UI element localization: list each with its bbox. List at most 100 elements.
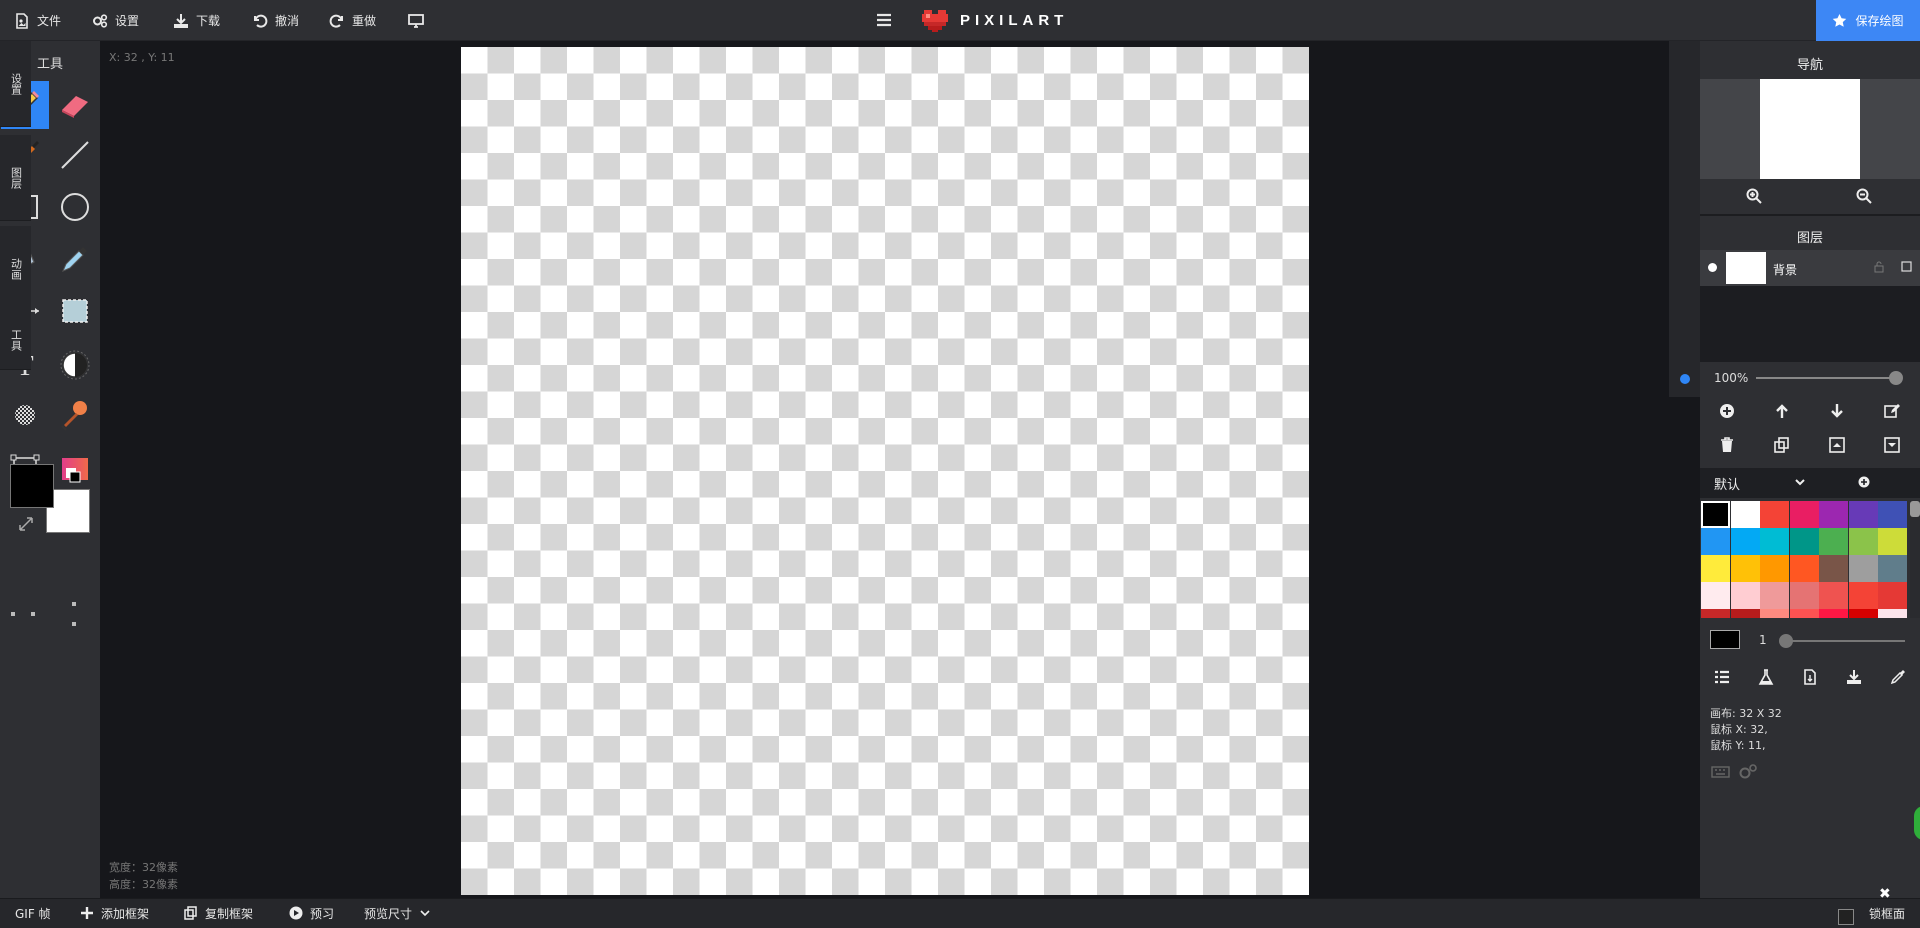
palette-color-swatch[interactable] [1760, 582, 1789, 609]
palette-color-swatch[interactable] [1849, 555, 1878, 582]
palette-color-swatch[interactable] [1731, 501, 1760, 528]
move-layer-down-icon[interactable] [1829, 403, 1845, 419]
add-layer-icon[interactable] [1719, 403, 1735, 419]
duplicate-layer-icon[interactable] [1774, 437, 1790, 453]
palette-color-swatch[interactable] [1790, 501, 1819, 528]
palette-color-swatch[interactable] [1849, 582, 1878, 609]
zoom-out-icon[interactable] [1856, 188, 1872, 204]
palette-color-swatch[interactable] [1849, 501, 1878, 528]
navigation-preview[interactable] [1760, 79, 1860, 179]
add-palette-icon[interactable] [1858, 476, 1870, 488]
layer-select-checkbox-icon[interactable] [1901, 261, 1912, 272]
palette-color-swatch[interactable] [1701, 609, 1730, 618]
tab-settings[interactable]: 设置 [0, 41, 31, 127]
palette-color-swatch[interactable] [1701, 555, 1730, 582]
delete-layer-icon[interactable] [1719, 437, 1735, 453]
list-icon[interactable] [1714, 669, 1730, 685]
palette-color-swatch[interactable] [1790, 555, 1819, 582]
tab-tools[interactable]: 工具 [0, 310, 31, 370]
copy-frame-button[interactable]: 复制框架 [184, 898, 253, 928]
palette-color-swatch[interactable] [1731, 582, 1760, 609]
hamburger-menu-icon[interactable] [876, 12, 892, 28]
palette-color-swatch[interactable] [1701, 528, 1730, 555]
select-tool[interactable] [51, 287, 99, 335]
reset-colors-icon[interactable] [18, 516, 34, 532]
tools-resize-dots-icon[interactable] [72, 602, 78, 630]
brush-size-slider-track[interactable] [1783, 640, 1905, 642]
preview-button[interactable]: 预习 [289, 898, 334, 928]
file-import-icon[interactable] [1802, 669, 1818, 685]
keyboard-icon[interactable] [1711, 765, 1730, 779]
palette-color-swatch[interactable] [1878, 501, 1907, 528]
palette-name[interactable]: 默认 [1714, 474, 1740, 493]
pattern-tool[interactable] [1, 391, 49, 439]
edit-layer-icon[interactable] [1884, 403, 1900, 419]
brush-size-slider-knob[interactable] [1779, 634, 1793, 648]
add-frame-button[interactable]: 添加框架 [80, 898, 149, 928]
tab-animation[interactable]: 动画 [0, 226, 31, 312]
layer-visibility-icon[interactable] [1708, 263, 1717, 272]
palette-color-swatch[interactable] [1819, 528, 1848, 555]
palette-color-swatch[interactable] [1760, 555, 1789, 582]
palette-color-swatch[interactable] [1878, 609, 1907, 618]
palette-color-swatch[interactable] [1790, 528, 1819, 555]
chat-widget-button[interactable] [1914, 806, 1920, 840]
zoom-in-icon[interactable] [1746, 188, 1762, 204]
palette-color-swatch[interactable] [1819, 555, 1848, 582]
brush-color-swatch[interactable] [1710, 630, 1740, 649]
eraser-tool[interactable] [51, 81, 99, 129]
primary-color-swatch[interactable] [10, 464, 54, 508]
gif-frames-toggle[interactable]: GIF 帧 [15, 898, 51, 928]
palette-color-swatch[interactable] [1760, 501, 1789, 528]
palette-color-swatch[interactable] [1849, 609, 1878, 618]
lock-frames-label-wrap[interactable]: 锁框面 [1869, 898, 1905, 928]
opacity-slider-knob[interactable] [1889, 371, 1903, 385]
swap-colors-icon[interactable] [65, 467, 81, 483]
save-drawing-button[interactable]: 保存绘图 [1816, 0, 1920, 41]
layer-lock-icon[interactable] [1874, 261, 1886, 273]
tools-more-dots-icon[interactable] [11, 610, 41, 618]
palette-color-swatch[interactable] [1878, 528, 1907, 555]
stamp-tool[interactable] [51, 391, 99, 439]
pixilart-logo[interactable]: PIXILART [922, 6, 1068, 34]
eyedropper-icon[interactable] [1890, 669, 1906, 685]
move-layer-up-icon[interactable] [1774, 403, 1790, 419]
palette-color-swatch[interactable] [1878, 582, 1907, 609]
download-menu[interactable]: 下载 [173, 0, 220, 41]
palette-color-swatch[interactable] [1790, 582, 1819, 609]
chevron-down-icon[interactable] [1794, 476, 1806, 488]
palette-color-swatch[interactable] [1731, 528, 1760, 555]
palette-color-swatch[interactable] [1731, 609, 1760, 618]
drawing-canvas[interactable] [461, 47, 1309, 895]
palette-color-swatch[interactable] [1790, 609, 1819, 618]
undo-button[interactable]: 撤消 [252, 0, 299, 41]
merge-layer-down-icon[interactable] [1884, 437, 1900, 453]
merge-layer-up-icon[interactable] [1829, 437, 1845, 453]
settings-menu[interactable]: 设置 [92, 0, 139, 41]
palette-color-swatch[interactable] [1819, 609, 1848, 618]
palette-color-swatch[interactable] [1760, 528, 1789, 555]
eyedropper-tool[interactable] [51, 235, 99, 283]
flask-icon[interactable] [1758, 669, 1774, 685]
palette-color-swatch[interactable] [1878, 555, 1907, 582]
palette-color-swatch[interactable] [1849, 528, 1878, 555]
lock-frames-checkbox[interactable] [1838, 909, 1854, 925]
tab-layers[interactable]: 图层 [0, 135, 31, 221]
preview-size-dropdown[interactable]: 预览尺寸 [364, 898, 430, 928]
palette-scrollbar[interactable] [1910, 500, 1920, 618]
palette-color-swatch[interactable] [1701, 582, 1730, 609]
fullscreen-button[interactable] [408, 0, 431, 41]
palette-color-swatch[interactable] [1819, 582, 1848, 609]
palette-color-swatch[interactable] [1760, 609, 1789, 618]
file-menu[interactable]: 文件 [14, 0, 61, 41]
palette-color-swatch[interactable] [1819, 501, 1848, 528]
palette-color-swatch[interactable] [1701, 501, 1730, 528]
download-palette-icon[interactable] [1846, 669, 1862, 685]
palette-scrollbar-thumb[interactable] [1910, 501, 1920, 517]
circle-tool[interactable] [51, 183, 99, 231]
line-tool[interactable] [51, 131, 99, 179]
redo-button[interactable]: 重做 [329, 0, 376, 41]
palette-color-swatch[interactable] [1731, 555, 1760, 582]
opacity-slider-track[interactable] [1756, 377, 1896, 379]
gears-icon[interactable] [1738, 763, 1758, 781]
